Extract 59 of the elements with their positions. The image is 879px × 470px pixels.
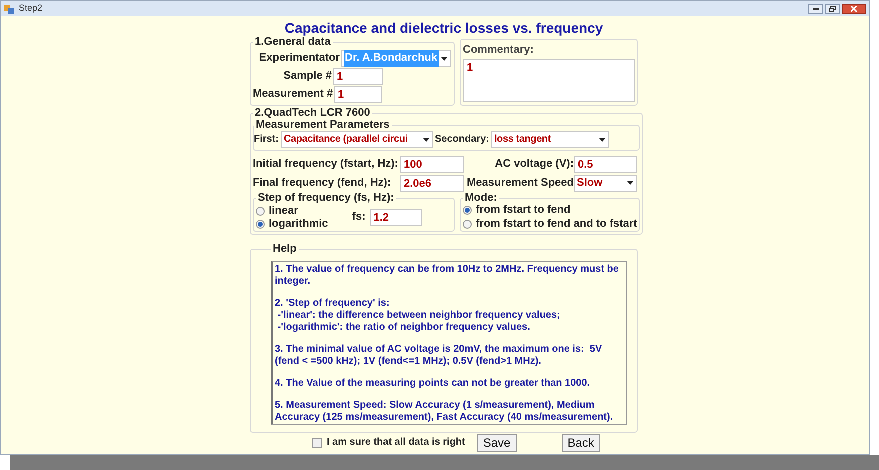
- radio-label: logarithmic: [269, 216, 328, 232]
- dropdown-arrow-icon: [627, 181, 634, 185]
- group-title: Help: [272, 243, 298, 255]
- group-title: 1.General data: [254, 36, 332, 48]
- text-field[interactable]: 1: [334, 86, 382, 103]
- help-paragraph: 4. The Value of the measuring points can not be greater than 1000.: [275, 378, 592, 390]
- help-paragraph: 3. The minimal value of AC voltage is 20mV, the maximum one is: 5V (fend < =500 kHz); 1V (fend<=1 MHz); 0.5V (fend>1 MHz).: [275, 344, 604, 368]
- form-button[interactable]: Save: [477, 434, 517, 452]
- restore-button[interactable]: [825, 4, 840, 14]
- help-paragraph: 1. The value of frequency can be from 10Hz to 2MHz. Frequency must be integer.: [275, 264, 620, 288]
- field-label: Commentary:: [463, 43, 535, 58]
- dropdown-arrow-icon: [441, 56, 448, 60]
- dropdown[interactable]: loss tangent: [491, 131, 610, 148]
- field-label: Measurement Speed: [466, 176, 574, 191]
- field-label: Initial frequency (fstart, Hz):: [253, 156, 400, 172]
- group-title: Measurement Parameters: [255, 119, 391, 131]
- radio-button[interactable]: [463, 220, 472, 229]
- dropdown-arrow-icon: [599, 138, 606, 142]
- help-paragraph: -'linear': the difference between neighbor frequency values;: [276, 310, 562, 322]
- help-paragraph: 2. 'Step of frequency' is:: [275, 298, 391, 310]
- field-label: Secondary:: [435, 133, 490, 147]
- restore-icon: [829, 6, 836, 12]
- form-heading: Capacitance and dielectric losses vs. frequency: [284, 20, 604, 36]
- group-title: 2.QuadTech LCR 7600: [254, 107, 372, 119]
- window-title: Step2: [19, 2, 43, 15]
- app-icon: [4, 4, 14, 14]
- help-paragraph: -'logarithmic': the ratio of neighbor frequency values.: [276, 322, 532, 334]
- commentary-field[interactable]: 1: [463, 58, 635, 102]
- minimize-button[interactable]: [808, 4, 823, 14]
- radio-label: from fstart to fend and to fstart: [476, 217, 638, 232]
- dropdown[interactable]: Slow: [574, 174, 637, 192]
- group-title: Step of frequency (fs, Hz):: [257, 192, 396, 204]
- field-label: Final frequency (fend, Hz):: [253, 176, 392, 191]
- text-field[interactable]: 100: [400, 156, 464, 172]
- radio-button[interactable]: [256, 220, 265, 228]
- text-field[interactable]: 1: [333, 68, 383, 85]
- close-icon: [851, 6, 857, 12]
- field-label: Experimentator: [258, 51, 340, 66]
- checkbox[interactable]: [312, 438, 322, 448]
- field-label: AC voltage (V):: [494, 156, 574, 172]
- field-label: Measurement #: [253, 87, 333, 102]
- field-label: First:: [254, 133, 279, 147]
- radio-label: from fstart to fend: [476, 203, 571, 218]
- close-button[interactable]: [842, 4, 866, 14]
- help-paragraph: 5. Measurement Speed: Slow Accuracy (1 s/measurement), Medium Accuracy (125 ms/measurement), Fast Accuracy (40 ms/measurement).: [275, 400, 614, 424]
- group-title: Mode:: [464, 192, 498, 204]
- text-field[interactable]: 1.2: [370, 209, 422, 226]
- dropdown-arrow-icon: [423, 138, 430, 142]
- text-field[interactable]: 2.0e6: [400, 174, 464, 192]
- dropdown[interactable]: Capacitance (parallel circui: [281, 131, 433, 148]
- radio-button[interactable]: [256, 206, 265, 216]
- checkbox-label: I am sure that all data is right: [327, 436, 466, 450]
- radio-button[interactable]: [463, 206, 472, 215]
- form-button[interactable]: Back: [562, 434, 600, 452]
- minimize-icon: [812, 8, 818, 10]
- text-field[interactable]: 0.5: [574, 156, 637, 172]
- field-label: Sample #: [282, 69, 332, 84]
- radio-label: linear: [269, 204, 298, 219]
- field-label: fs:: [352, 210, 366, 226]
